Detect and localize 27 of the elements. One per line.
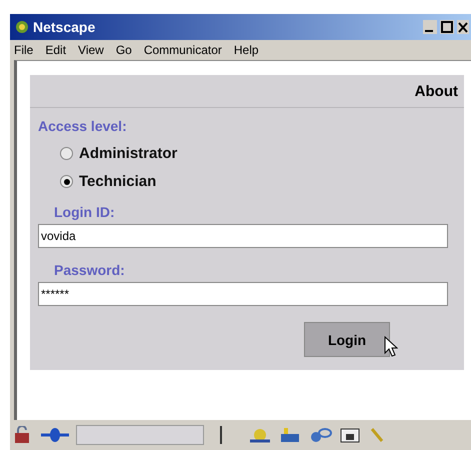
radio-button[interactable] bbox=[60, 147, 73, 160]
radio-button[interactable] bbox=[60, 175, 73, 188]
menu-item[interactable]: File bbox=[14, 43, 34, 57]
menu-item[interactable]: Edit bbox=[45, 43, 66, 57]
app-icon bbox=[14, 19, 30, 35]
minimize-icon[interactable] bbox=[423, 20, 437, 34]
input-field[interactable]: vovida bbox=[38, 224, 448, 248]
maximize-icon[interactable] bbox=[440, 20, 454, 34]
menu-item[interactable]: Go bbox=[116, 43, 132, 57]
radio-label: Technician bbox=[79, 173, 156, 190]
radio-option[interactable]: Technician bbox=[60, 173, 464, 190]
window-title: Netscape bbox=[33, 19, 96, 35]
access-level-label: Access level: bbox=[38, 118, 128, 134]
close-icon[interactable] bbox=[457, 20, 469, 34]
login-button[interactable]: Login bbox=[304, 322, 390, 357]
field-label: Password: bbox=[54, 262, 126, 278]
menu-item[interactable]: Communicator bbox=[144, 43, 222, 57]
composer-icon[interactable] bbox=[338, 426, 362, 444]
connection-icon bbox=[40, 426, 70, 444]
menu-item[interactable]: View bbox=[78, 43, 104, 57]
field-label: Login ID: bbox=[54, 204, 116, 220]
input-field[interactable]: ****** bbox=[38, 282, 448, 306]
about-link[interactable]: About bbox=[414, 82, 458, 100]
cursor-icon bbox=[384, 336, 398, 358]
menu-item[interactable]: Help bbox=[234, 43, 259, 57]
radio-label: Administrator bbox=[79, 145, 178, 162]
radio-option[interactable]: Administrator bbox=[60, 145, 464, 162]
